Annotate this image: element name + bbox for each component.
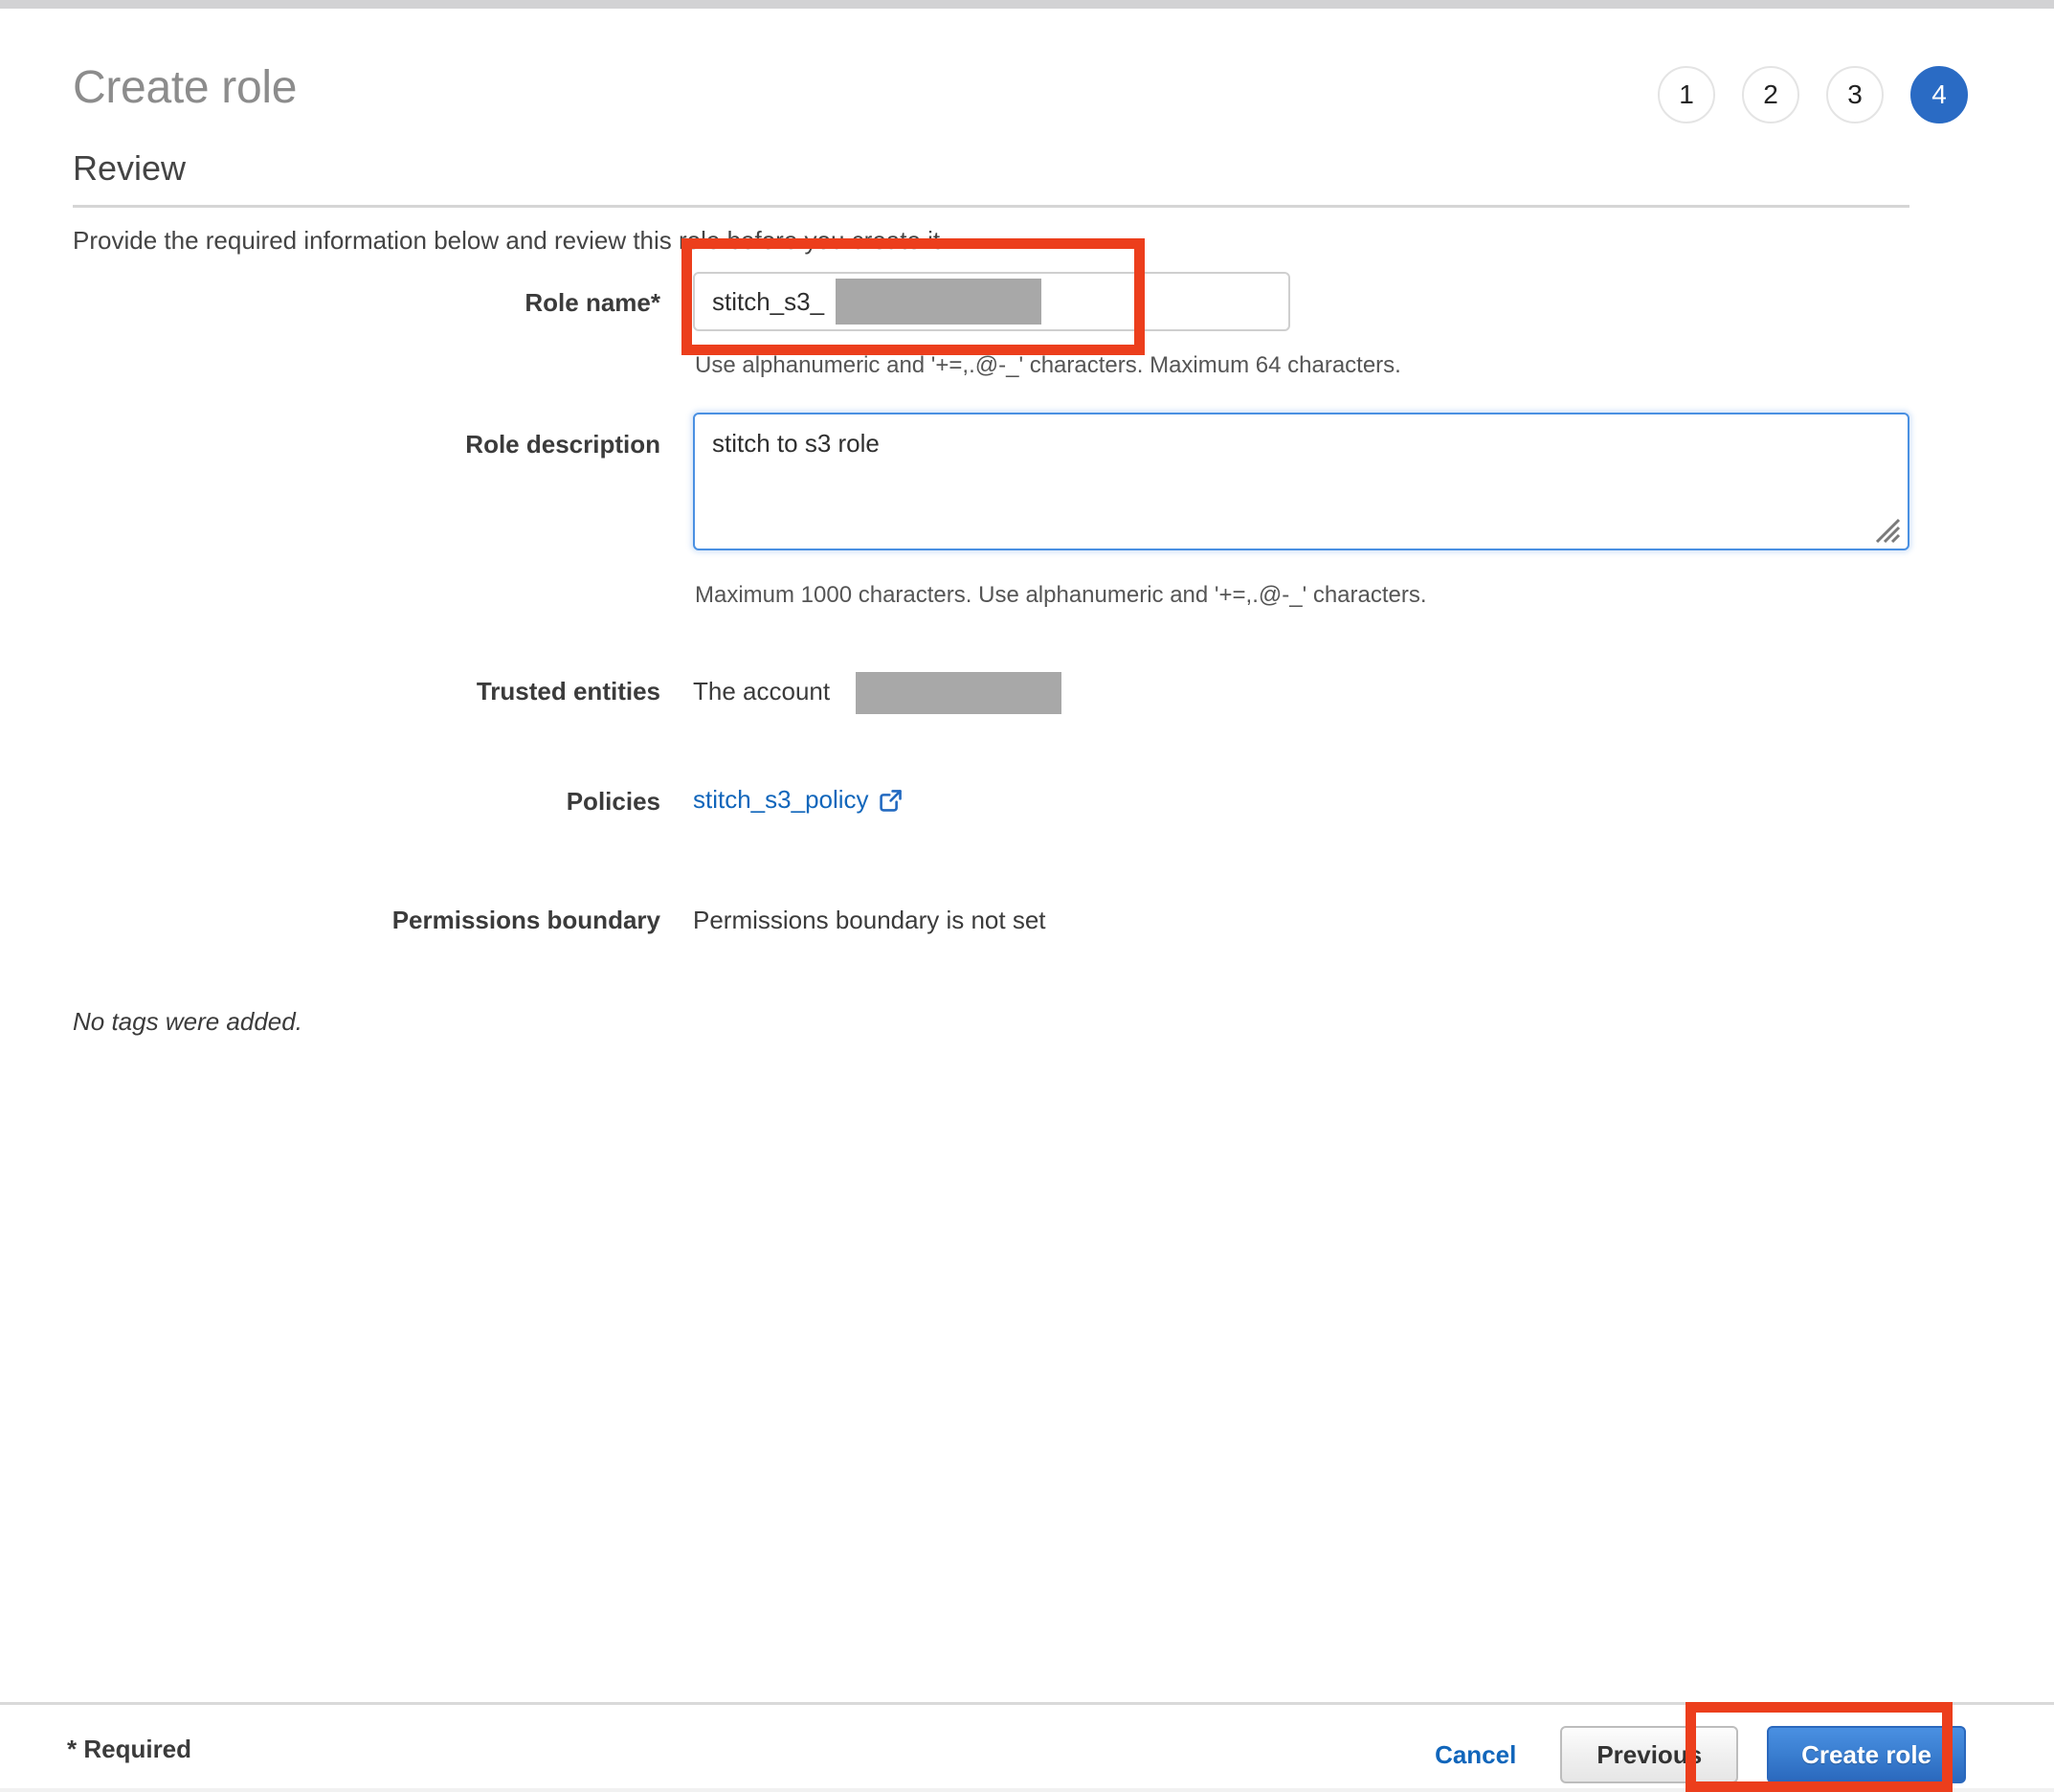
page-footer: * Required Cancel Previous Create role [0, 1702, 2054, 1792]
policy-link[interactable]: stitch_s3_policy [693, 785, 904, 815]
trusted-entities-label: Trusted entities [476, 677, 660, 706]
role-description-hint: Maximum 1000 characters. Use alphanumeri… [695, 582, 1427, 608]
create-role-page: Create role 1 2 3 4 Review Provide the r… [0, 9, 2054, 1792]
wizard-step-3[interactable]: 3 [1826, 66, 1884, 123]
policy-link-label: stitch_s3_policy [693, 785, 869, 814]
trusted-entities-value: The account [693, 677, 831, 706]
policies-label: Policies [566, 787, 660, 816]
role-name-redaction [836, 279, 1041, 325]
cancel-button[interactable]: Cancel [1435, 1740, 1516, 1770]
account-id-redaction [856, 672, 1061, 714]
policies-value: stitch_s3_policy [693, 785, 904, 815]
role-description-label: Role description [465, 430, 660, 459]
role-name-hint: Use alphanumeric and '+=,.@-_' character… [695, 352, 1401, 378]
wizard-step-indicator: 1 2 3 4 [1658, 66, 1968, 123]
window-top-chrome [0, 0, 2054, 9]
permissions-boundary-value: Permissions boundary is not set [693, 906, 1046, 934]
section-divider [73, 205, 1909, 208]
wizard-step-4[interactable]: 4 [1910, 66, 1968, 123]
page-title: Create role [73, 62, 298, 113]
footer-actions: Cancel Previous Create role [1435, 1726, 1966, 1783]
section-intro-text: Provide the required information below a… [73, 226, 948, 255]
role-description-textarea[interactable] [693, 413, 1909, 550]
wizard-step-2[interactable]: 2 [1742, 66, 1799, 123]
role-name-label: Role name* [525, 288, 660, 317]
required-note: * Required [67, 1735, 192, 1763]
section-heading: Review [73, 148, 187, 188]
external-link-icon [879, 788, 904, 813]
create-role-button[interactable]: Create role [1767, 1726, 1966, 1783]
permissions-boundary-label: Permissions boundary [391, 906, 660, 934]
previous-button[interactable]: Previous [1560, 1726, 1739, 1783]
tags-empty-text: No tags were added. [73, 1007, 302, 1036]
wizard-step-1[interactable]: 1 [1658, 66, 1715, 123]
page-header: Create role 1 2 3 4 [0, 34, 2054, 130]
